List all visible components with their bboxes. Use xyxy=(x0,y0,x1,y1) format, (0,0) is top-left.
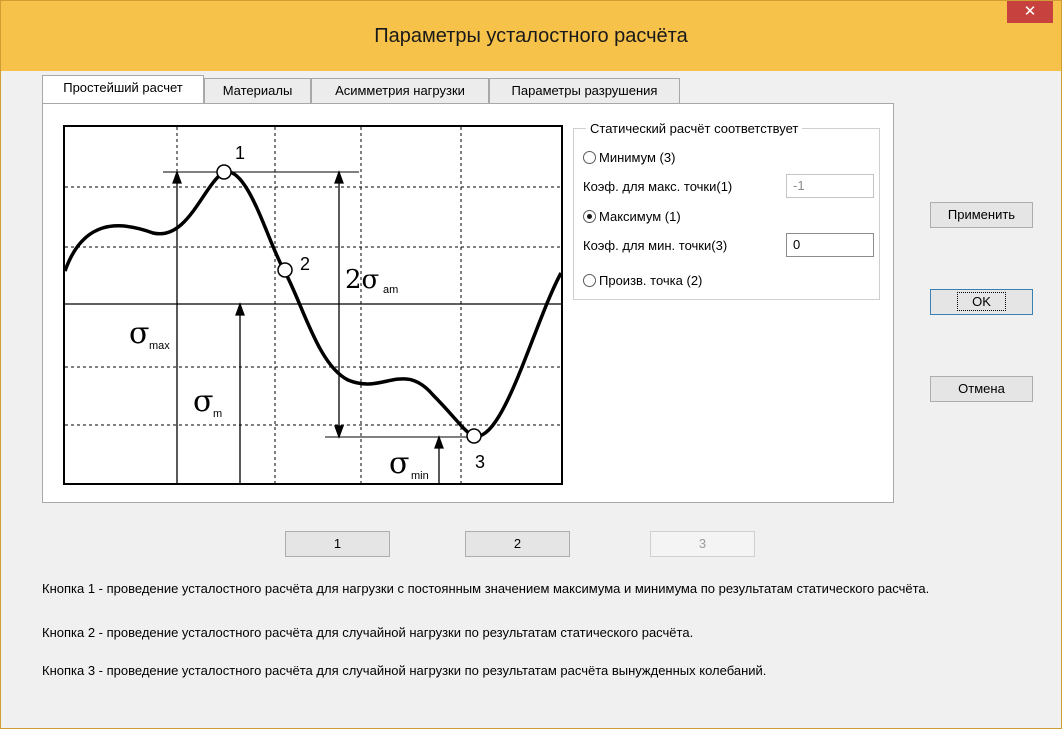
radio-minimum-indicator[interactable] xyxy=(583,151,596,164)
sigma-am-subscript: am xyxy=(383,284,398,296)
description-button-3: Кнопка 3 - проведение усталостного расчё… xyxy=(42,663,767,678)
coef-min-label: Коэф. для мин. точки(3) xyxy=(583,238,728,253)
cancel-button[interactable]: Отмена xyxy=(930,376,1033,402)
radio-arbitrary-point[interactable]: Произв. точка (2) xyxy=(583,273,702,288)
point-1-label: 1 xyxy=(235,143,245,163)
stress-cycle-diagram: 1 2 3 2σ am σ max σ m σ min xyxy=(63,125,563,485)
static-calc-group-title: Статический расчёт соответствует xyxy=(586,121,803,136)
sigma-max-subscript: max xyxy=(149,340,170,352)
coef-max-field[interactable]: -1 xyxy=(786,174,874,198)
point-2-marker xyxy=(277,262,293,278)
ok-button-label: OK xyxy=(957,292,1006,311)
window-title: Параметры усталостного расчёта xyxy=(374,25,688,47)
radio-arbitrary-label: Произв. точка (2) xyxy=(599,273,703,288)
description-button-2: Кнопка 2 - проведение усталостного расчё… xyxy=(42,625,694,640)
radio-maximum-label: Максимум (1) xyxy=(599,209,681,224)
sigma-min-symbol: σ xyxy=(389,446,409,481)
apply-button[interactable]: Применить xyxy=(930,202,1033,228)
point-1-marker xyxy=(216,164,232,180)
point-3-marker xyxy=(466,428,482,444)
sigma-max-symbol: σ xyxy=(129,316,149,351)
point-2-label: 2 xyxy=(300,254,310,274)
tab-failure-params[interactable]: Параметры разрушения xyxy=(489,78,680,104)
tab-materials[interactable]: Материалы xyxy=(204,78,311,104)
radio-maximum[interactable]: Максимум (1) xyxy=(583,209,681,224)
radio-maximum-indicator[interactable] xyxy=(583,210,596,223)
sigma-m-subscript: m xyxy=(213,408,222,420)
sigma-m-symbol: σ xyxy=(193,384,213,419)
coef-max-label: Коэф. для макс. точки(1) xyxy=(583,179,733,194)
ok-button[interactable]: OK xyxy=(930,289,1033,315)
close-button[interactable]: ✕ xyxy=(1007,1,1053,23)
sigma-min-subscript: min xyxy=(411,470,429,482)
radio-arbitrary-indicator[interactable] xyxy=(583,274,596,287)
close-icon: ✕ xyxy=(1023,3,1037,20)
title-bar[interactable]: Параметры усталостного расчёта ✕ xyxy=(1,1,1061,71)
calc-button-1[interactable]: 1 xyxy=(285,531,390,557)
calc-button-3[interactable]: 3 xyxy=(650,531,755,557)
radio-minimum-label: Минимум (3) xyxy=(599,150,676,165)
calc-button-2[interactable]: 2 xyxy=(465,531,570,557)
tab-simple-calc[interactable]: Простейший расчет xyxy=(42,75,204,103)
tab-load-asymmetry[interactable]: Асимметрия нагрузки xyxy=(311,78,489,104)
coef-min-field[interactable]: 0 xyxy=(786,233,874,257)
point-3-label: 3 xyxy=(475,452,485,472)
description-button-1: Кнопка 1 - проведение усталостного расчё… xyxy=(42,581,930,596)
radio-minimum[interactable]: Минимум (3) xyxy=(583,150,675,165)
sigma-am-symbol: 2σ xyxy=(345,265,379,295)
